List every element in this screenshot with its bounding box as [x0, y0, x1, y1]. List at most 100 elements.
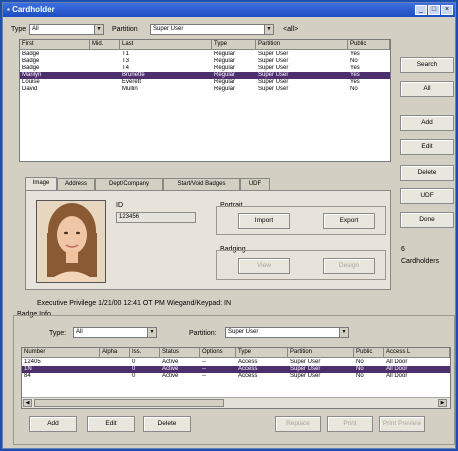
table-cell: Yes [350, 72, 360, 78]
table-cell: Super User [258, 58, 289, 64]
badge-row[interactable]: 84 0 Active -- Access Super User No All Door [22, 373, 450, 380]
table-cell: All Door [386, 359, 408, 365]
column-header[interactable]: Public [354, 348, 384, 358]
table-cell: No [356, 373, 364, 379]
column-header[interactable]: Type [236, 348, 288, 358]
table-cell: Super User [258, 51, 289, 57]
column-header[interactable]: Public [348, 40, 390, 50]
export-button[interactable]: Export [323, 213, 375, 229]
delete-button[interactable]: Delete [400, 165, 454, 181]
tab-image[interactable]: Image [25, 177, 57, 190]
id-field: 123456 [116, 212, 196, 223]
id-label: ID [116, 202, 123, 209]
scroll-right-icon[interactable]: ▶ [438, 399, 447, 407]
badge-delete-button[interactable]: Delete [143, 416, 191, 432]
table-cell: Active [162, 359, 179, 365]
table-cell: Regular [214, 58, 236, 64]
tab-start-void-badges[interactable]: Start/Void Badges [163, 178, 240, 190]
column-header[interactable]: Last [120, 40, 212, 50]
table-cell: David [22, 86, 38, 92]
minimize-button[interactable]: _ [415, 5, 427, 15]
table-cell: 12405 [24, 359, 41, 365]
table-cell: Super User [290, 366, 321, 372]
table-cell: T3 [122, 58, 130, 64]
tab-dept-company[interactable]: Dept/Company [95, 178, 163, 190]
table-cell: No [356, 359, 364, 365]
edit-button[interactable]: Edit [400, 139, 454, 155]
type-dropdown[interactable]: All ▼ [29, 24, 104, 35]
partition-wildcard: <all> [283, 26, 299, 33]
column-header[interactable]: Partition [256, 40, 348, 50]
design-button[interactable]: Design [323, 258, 375, 274]
table-cell: Regular [214, 86, 236, 92]
table-cell: Mullin [122, 86, 138, 92]
all-button[interactable]: All [400, 81, 454, 97]
table-cell [90, 86, 120, 93]
table-cell [90, 72, 120, 79]
table-cell: Super User [290, 359, 321, 365]
partition-label: Partition [112, 26, 138, 33]
cardholder-list[interactable]: First Mid. Last Type Partition Public Badge T1… [19, 39, 391, 162]
column-header[interactable]: Access L [384, 348, 450, 358]
maximize-button[interactable]: □ [428, 5, 440, 15]
badge-row[interactable]: 1N 0 Active -- Access Super User No All Door [22, 366, 450, 373]
print-button[interactable]: Print [327, 416, 373, 432]
view-button[interactable]: View [238, 258, 290, 274]
column-header[interactable]: Iss. [130, 348, 160, 358]
cardholder-row[interactable]: Badge T4 Regular Super User Yes [20, 65, 390, 72]
badge-edit-button[interactable]: Edit [87, 416, 135, 432]
table-cell: Active [162, 373, 179, 379]
badge-type-dropdown[interactable]: All ▼ [73, 327, 157, 338]
add-button[interactable]: Add [400, 115, 454, 131]
table-cell: Access [238, 359, 258, 365]
badge-add-button[interactable]: Add [29, 416, 77, 432]
title-bar[interactable]: ▪ Cardholder [3, 3, 455, 17]
cardholder-row[interactable]: David Mullin Regular Super User No [20, 86, 390, 93]
cardholder-row[interactable]: Badge T1 Regular Super User Yes [20, 51, 390, 58]
search-button[interactable]: Search [400, 57, 454, 73]
replace-button[interactable]: Replace [275, 416, 321, 432]
print-preview-button[interactable]: Print Preview [379, 416, 425, 432]
table-cell: 1N [24, 366, 32, 372]
import-button[interactable]: Import [238, 213, 290, 229]
column-header[interactable]: First [20, 40, 90, 50]
table-cell: Super User [258, 72, 289, 78]
column-header[interactable]: Type [212, 40, 256, 50]
badge-partition-dropdown[interactable]: Super User ▼ [225, 327, 349, 338]
table-cell: 84 [24, 373, 31, 379]
partition-dropdown[interactable]: Super User ▼ [150, 24, 274, 35]
cardholder-count: 6 [401, 246, 405, 253]
table-cell: Access [238, 373, 258, 379]
badge-row[interactable]: 12405 0 Active -- Access Super User No All Door [22, 359, 450, 366]
column-header[interactable]: Options [200, 348, 236, 358]
cardholder-count-label: Cardholders [401, 258, 440, 265]
cardholder-list-header: First Mid. Last Type Partition Public [20, 40, 390, 50]
horizontal-scrollbar[interactable]: ◀ ▶ [22, 397, 450, 408]
table-cell: 0 [132, 366, 136, 372]
cardholder-row[interactable]: Badge T3 Regular Super User No [20, 58, 390, 65]
tab-udf[interactable]: UDF [240, 178, 270, 190]
scrollbar-thumb[interactable] [34, 399, 224, 407]
table-cell [90, 51, 120, 58]
tab-address[interactable]: Address [57, 178, 95, 190]
scroll-left-icon[interactable]: ◀ [23, 399, 32, 407]
table-cell: 0 [132, 359, 136, 365]
table-cell: Regular [214, 72, 236, 78]
cardholder-row[interactable]: Marilyn Brunette Regular Super User Yes [20, 72, 390, 79]
table-cell: 0 [132, 373, 136, 379]
column-header[interactable]: Number [22, 348, 100, 358]
close-button[interactable]: × [441, 5, 453, 15]
table-cell: -- [202, 366, 206, 372]
column-header[interactable]: Alpha [100, 348, 130, 358]
column-header[interactable]: Status [160, 348, 200, 358]
udf-button[interactable]: UDF [400, 188, 454, 204]
cardholder-row[interactable]: Louise Everett Regular Super User Yes [20, 79, 390, 86]
cardholder-window: ▪ Cardholder _ □ × Type All ▼ Partition S… [2, 2, 456, 449]
badge-type-label: Type: [49, 330, 67, 337]
badge-list[interactable]: Number Alpha Iss. Status Options Type Partitio… [21, 347, 451, 409]
column-header[interactable]: Partition [288, 348, 354, 358]
done-button[interactable]: Done [400, 212, 454, 228]
table-cell: Regular [214, 51, 236, 57]
type-label: Type [11, 26, 27, 33]
column-header[interactable]: Mid. [90, 40, 120, 50]
